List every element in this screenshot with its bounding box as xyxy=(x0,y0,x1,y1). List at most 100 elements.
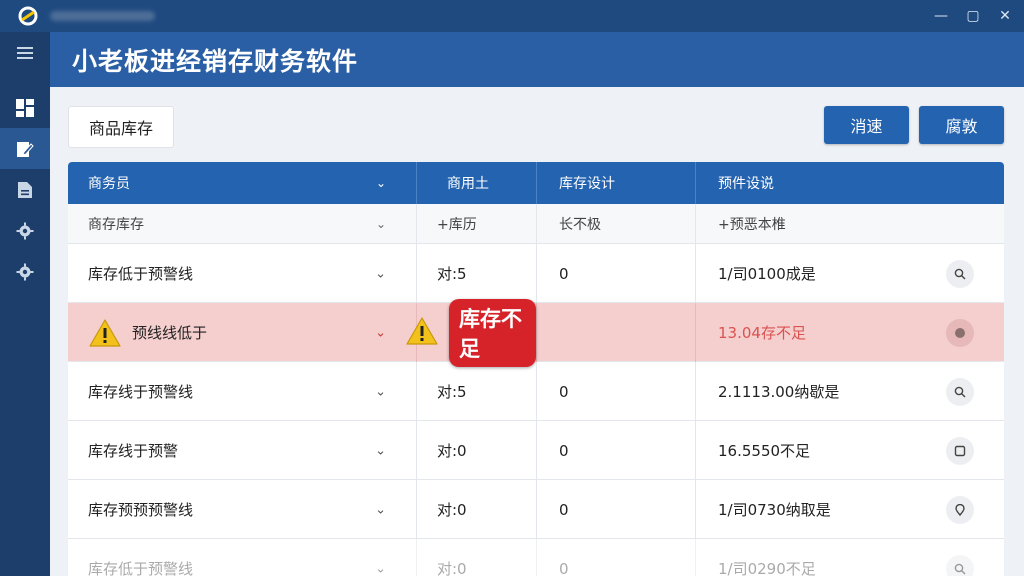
cell-text: 2.1113.00纳歇是 xyxy=(718,383,840,401)
cell-status: 16.5550不足 xyxy=(696,421,1004,480)
sidebar-item-settings[interactable] xyxy=(0,210,50,251)
app-logo-icon xyxy=(18,6,38,26)
cell-status: 1/司0100成是 xyxy=(696,244,1004,303)
app-header: 小老板进经销存财务软件 xyxy=(50,32,1024,87)
location-icon[interactable] xyxy=(946,495,974,524)
cell-status: 13.04存不足 xyxy=(696,303,1004,362)
cell-name: 库存预预预警线 ⌄ xyxy=(68,480,417,539)
column-header-1[interactable]: 商务员 ⌄ xyxy=(68,162,417,204)
sidebar-item-file[interactable] xyxy=(0,169,50,210)
inventory-table: 商务员 ⌄ 商用土 库存设计 预件设说 商存库存 ⌄ +库历 长不极 +预恶本椎… xyxy=(68,162,1004,576)
table-row[interactable]: 库存预预预警线 ⌄ 对:0 0 1/司0730纳取是 xyxy=(68,480,1004,539)
menu-icon xyxy=(17,46,33,60)
cell-status: 1/司0730纳取是 xyxy=(696,480,1004,539)
chevron-down-icon[interactable]: ⌄ xyxy=(376,217,386,231)
dashboard-icon xyxy=(16,98,34,117)
cell-text: 16.5550不足 xyxy=(718,442,811,460)
chevron-down-icon[interactable]: ⌄ xyxy=(375,266,386,281)
cell-text: 对:0 xyxy=(417,480,537,539)
cell-text: 0 xyxy=(537,421,696,480)
cell-text: 13.04存不足 xyxy=(718,324,806,342)
file-icon xyxy=(17,181,33,199)
cell-text: 0 xyxy=(537,480,696,539)
cell-name: 库存低于预警线 ⌄ xyxy=(68,539,417,576)
chevron-down-icon[interactable]: ⌄ xyxy=(375,384,386,399)
toolbar: 商品库存 消速 腐敦 xyxy=(68,106,1004,148)
search-icon[interactable] xyxy=(946,377,974,406)
low-stock-badge: 库存不足 xyxy=(449,298,536,367)
cell-text: 对:0 xyxy=(417,539,537,576)
chevron-down-icon[interactable]: ⌄ xyxy=(375,502,386,517)
table-row[interactable]: 库存低于预警线 ⌄ 对:0 0 1/司0290不足 xyxy=(68,539,1004,576)
sidebar xyxy=(0,32,50,576)
restore-button[interactable]: ▢ xyxy=(964,7,982,25)
chevron-down-icon[interactable]: ⌄ xyxy=(375,561,386,576)
cell-text xyxy=(537,303,696,362)
column-header-label: 商用土 xyxy=(447,176,489,192)
column-header-label: 商务员 xyxy=(88,176,130,192)
page-title: 小老板进经销存财务软件 xyxy=(72,46,359,76)
cell-text: 库存线于预警线 xyxy=(88,383,194,401)
table-header: 商务员 ⌄ 商用土 库存设计 预件设说 xyxy=(68,162,1004,204)
column-header-label: 预件设说 xyxy=(718,176,774,192)
column-header-4[interactable]: 预件设说 xyxy=(696,162,1004,204)
warning-icon xyxy=(405,316,439,350)
filter-label: +预恶本椎 xyxy=(718,217,786,233)
window-titlebar: — ▢ ✕ xyxy=(0,0,1024,32)
filter-label: 商存库存 xyxy=(88,217,144,233)
main-panel: 小老板进经销存财务软件 商品库存 消速 腐敦 商务员 ⌄ 商用土 库存设计 预件… xyxy=(50,32,1024,576)
cell-status: 2.1113.00纳歇是 xyxy=(696,362,1004,421)
column-header-3[interactable]: 库存设计 xyxy=(537,162,696,204)
cell-text: 库存低于预警线 xyxy=(88,560,194,576)
cell-text: 对:0 xyxy=(417,421,537,480)
search-icon[interactable] xyxy=(946,259,974,288)
cell-status: 1/司0290不足 xyxy=(696,539,1004,576)
toolbar-button-1[interactable]: 消速 xyxy=(824,106,909,144)
square-icon[interactable] xyxy=(946,436,974,465)
table-row[interactable]: 库存线于预警线 ⌄ 对:5 0 2.1113.00纳歇是 xyxy=(68,362,1004,421)
stock-alert: 库存不足 xyxy=(405,298,536,367)
cell-text: 库存线于预警 xyxy=(88,442,179,460)
cell-name: 预线线低于 ⌄ xyxy=(68,303,417,362)
gear-icon xyxy=(16,222,34,240)
filter-cell-3[interactable]: 长不极 xyxy=(537,204,696,244)
window-title xyxy=(50,11,155,21)
chevron-down-icon[interactable]: ⌄ xyxy=(376,176,386,190)
record-icon[interactable] xyxy=(946,318,974,347)
cell-name: 库存低于预警线 ⌄ xyxy=(68,244,417,303)
cell-text: 0 xyxy=(537,244,696,303)
cell-text: 对:5 xyxy=(417,244,537,303)
filter-label: 长不极 xyxy=(559,217,601,233)
table-row-alert[interactable]: 预线线低于 ⌄ 库存不足 13.04存不足 xyxy=(68,298,1004,367)
sidebar-item-edit[interactable] xyxy=(0,128,50,169)
toolbar-button-2[interactable]: 腐敦 xyxy=(919,106,1004,144)
cell-text: 库存低于预警线 xyxy=(88,265,194,283)
cell-badge-area: 库存不足 xyxy=(406,298,537,367)
filter-label: +库历 xyxy=(437,217,477,233)
minimize-button[interactable]: — xyxy=(932,7,950,25)
filter-cell-1[interactable]: 商存库存 ⌄ xyxy=(68,204,417,244)
sidebar-item-dashboard[interactable] xyxy=(0,87,50,128)
tab-product-inventory[interactable]: 商品库存 xyxy=(68,106,174,148)
cell-text: 库存预预预警线 xyxy=(88,501,194,519)
cell-text: 0 xyxy=(537,539,696,576)
table-row[interactable]: 库存低于预警线 ⌄ 对:5 0 1/司0100成是 xyxy=(68,244,1004,303)
column-header-label: 库存设计 xyxy=(559,176,615,192)
sidebar-item-menu[interactable] xyxy=(0,32,50,73)
cell-text: 预线线低于 xyxy=(132,324,208,342)
sidebar-item-settings-2[interactable] xyxy=(0,251,50,292)
column-header-2[interactable]: 商用土 xyxy=(417,162,537,204)
table-row[interactable]: 库存线于预警 ⌄ 对:0 0 16.5550不足 xyxy=(68,421,1004,480)
close-button[interactable]: ✕ xyxy=(996,7,1014,25)
chevron-down-icon[interactable]: ⌄ xyxy=(375,443,386,458)
search-icon[interactable] xyxy=(946,554,974,576)
filter-cell-4[interactable]: +预恶本椎 xyxy=(696,204,1004,244)
cell-name: 库存线于预警 ⌄ xyxy=(68,421,417,480)
cell-name: 库存线于预警线 ⌄ xyxy=(68,362,417,421)
chevron-down-icon[interactable]: ⌄ xyxy=(375,325,386,340)
cell-text: 1/司0730纳取是 xyxy=(718,501,831,519)
cell-text: 0 xyxy=(537,362,696,421)
cell-text: 1/司0290不足 xyxy=(718,560,816,576)
filter-cell-2[interactable]: +库历 xyxy=(417,204,537,244)
edit-document-icon xyxy=(16,140,34,158)
